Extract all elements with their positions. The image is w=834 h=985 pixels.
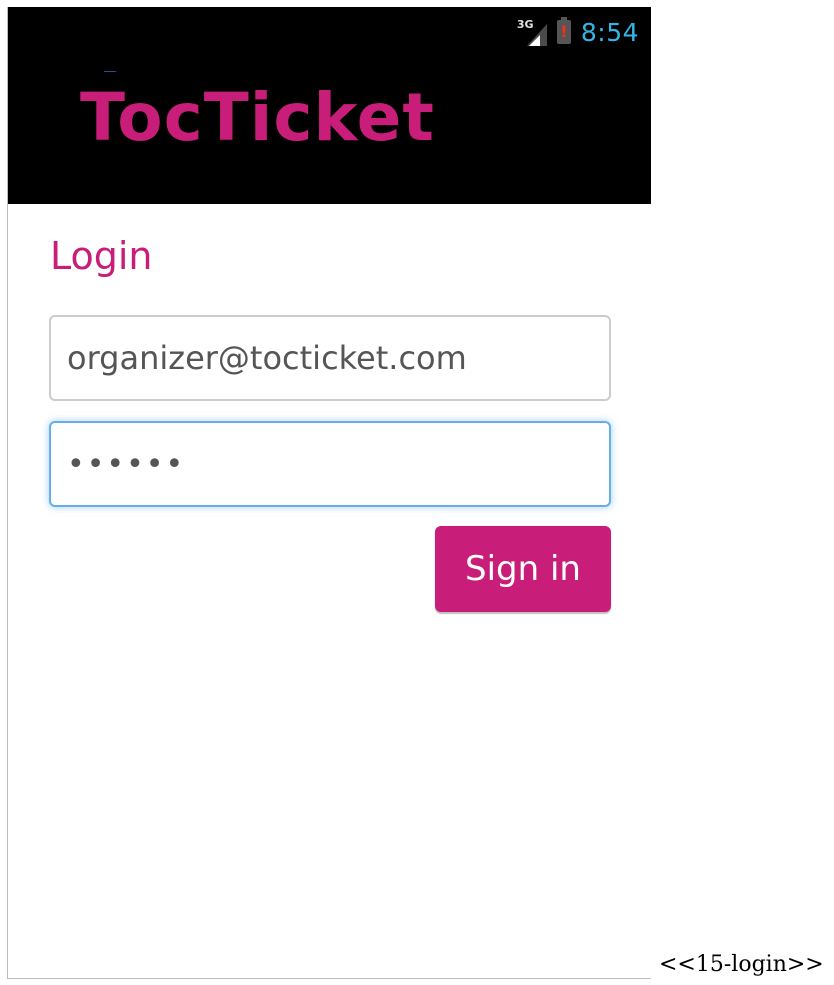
password-field[interactable] [49,421,611,507]
figure-caption: <<15-login>> [659,952,824,977]
battery-alert-icon: ! [556,17,571,44]
app-header: 3G ! 8:54 TocTicket [8,7,651,204]
header-divider [104,71,116,72]
sign-in-button[interactable]: Sign in [435,526,611,612]
signal-3g-icon: 3G [517,18,547,46]
phone-screen: 3G ! 8:54 TocTicket Login Sign in [7,7,651,979]
status-clock: 8:54 [580,17,639,47]
battery-alert-mark: ! [560,22,568,41]
page-title: Login [50,234,153,278]
app-brand-title: TocTicket [80,79,435,156]
email-field[interactable] [49,315,611,401]
status-bar: 3G ! 8:54 [517,17,639,47]
